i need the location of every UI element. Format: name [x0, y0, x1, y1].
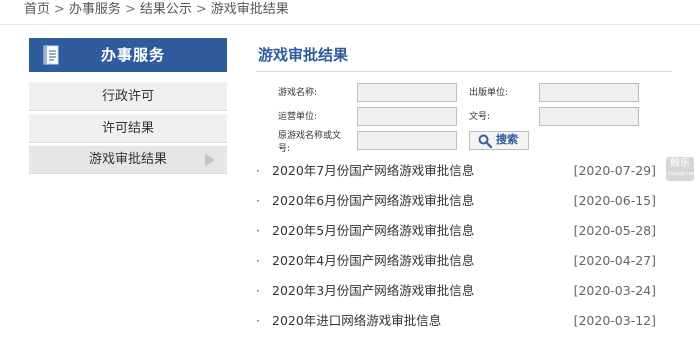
list-item: · 2020年7月份国产网络游戏审批信息 [2020-07-29] — [256, 161, 656, 181]
list-item: · 2020年5月份国产网络游戏审批信息 [2020-05-28] — [256, 221, 656, 241]
doc-no-input[interactable] — [539, 107, 639, 126]
list-bullet: · — [256, 223, 260, 238]
watermark-logo: 触乐 chuapp.com — [666, 157, 697, 181]
breadcrumb-divider — [0, 24, 700, 25]
original-name-input[interactable] — [357, 131, 457, 150]
breadcrumb-separator: > — [195, 2, 207, 17]
original-name-label: 原游戏名称或文 — [278, 131, 342, 141]
sidebar-title: 办事服务 — [101, 46, 166, 64]
magnifier-icon — [478, 134, 492, 148]
breadcrumb-home[interactable]: 首页 — [24, 2, 50, 17]
result-link[interactable]: 2020年7月份国产网络游戏审批信息 — [272, 161, 474, 181]
list-item: · 2020年进口网络游戏审批信息 [2020-03-12] — [256, 311, 656, 331]
list-bullet: · — [256, 313, 260, 328]
result-date: [2020-07-29] — [573, 163, 656, 178]
list-bullet: · — [256, 193, 260, 208]
sidebar-item-license-results[interactable]: 许可结果 — [29, 114, 227, 143]
result-link[interactable]: 2020年3月份国产网络游戏审批信息 — [272, 281, 474, 301]
chevron-right-icon — [205, 153, 215, 167]
watermark-text: 触乐 — [670, 158, 690, 169]
sidebar-item-admin-license[interactable]: 行政许可 — [29, 82, 227, 111]
publisher-label: 出版单位: — [469, 88, 509, 98]
breadcrumb-current: 游戏审批结果 — [210, 2, 289, 17]
result-link[interactable]: 2020年进口网络游戏审批信息 — [272, 311, 441, 331]
sidebar-item-game-approval[interactable]: 游戏审批结果 — [29, 145, 227, 174]
result-link[interactable]: 2020年6月份国产网络游戏审批信息 — [272, 191, 474, 211]
list-item: · 2020年3月份国产网络游戏审批信息 [2020-03-24] — [256, 281, 656, 301]
original-name-label-cont: 号: — [278, 144, 291, 154]
result-date: [2020-03-24] — [573, 283, 656, 298]
operator-label: 运营单位: — [278, 112, 318, 122]
title-divider — [256, 71, 672, 72]
sidebar-item-label: 许可结果 — [101, 121, 154, 136]
game-name-label: 游戏名称: — [278, 88, 318, 98]
result-date: [2020-04-27] — [573, 253, 656, 268]
search-button[interactable]: 搜索 — [469, 131, 529, 150]
breadcrumb: 首页 > 办事服务 > 结果公示 > 游戏审批结果 — [24, 0, 289, 22]
result-date: [2020-06-15] — [573, 193, 656, 208]
list-item: · 2020年4月份国产网络游戏审批信息 [2020-04-27] — [256, 251, 656, 271]
sidebar-header: 办事服务 — [29, 38, 227, 72]
breadcrumb-results[interactable]: 结果公示 — [140, 2, 192, 17]
doc-no-label: 文号: — [469, 112, 491, 122]
game-name-input[interactable] — [357, 83, 457, 102]
publisher-input[interactable] — [539, 83, 639, 102]
result-link[interactable]: 2020年5月份国产网络游戏审批信息 — [272, 221, 474, 241]
list-bullet: · — [256, 163, 260, 178]
list-bullet: · — [256, 283, 260, 298]
sidebar-item-label: 行政许可 — [101, 89, 154, 104]
breadcrumb-separator: > — [54, 2, 65, 17]
watermark-sub: chuapp.com — [666, 171, 697, 177]
document-icon — [43, 45, 59, 65]
breadcrumb-services[interactable]: 办事服务 — [69, 2, 121, 17]
result-date: [2020-05-28] — [573, 223, 656, 238]
list-item: · 2020年6月份国产网络游戏审批信息 [2020-06-15] — [256, 191, 656, 211]
operator-input[interactable] — [357, 107, 457, 126]
search-button-label: 搜索 — [496, 134, 518, 146]
breadcrumb-separator: > — [124, 2, 136, 17]
list-bullet: · — [256, 253, 260, 268]
page-title: 游戏审批结果 — [258, 46, 349, 64]
result-date: [2020-03-12] — [573, 313, 656, 328]
sidebar-item-label: 游戏审批结果 — [88, 152, 167, 167]
result-link[interactable]: 2020年4月份国产网络游戏审批信息 — [272, 251, 474, 271]
